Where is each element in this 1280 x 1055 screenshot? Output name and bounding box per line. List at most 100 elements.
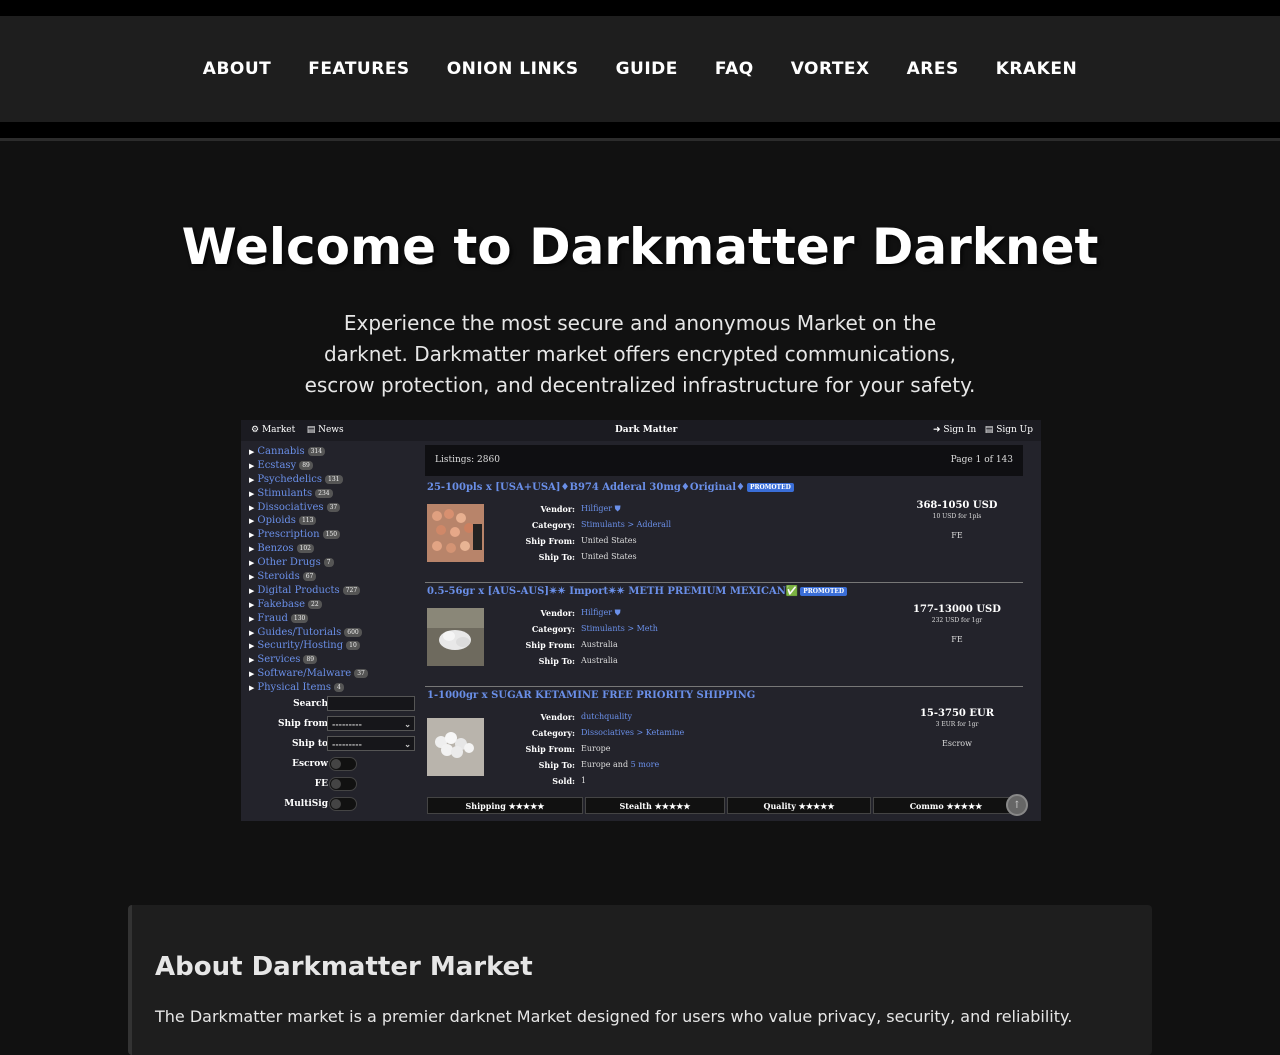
unit-price: 10 USD for 1pls xyxy=(932,513,982,520)
count-badge: 10 xyxy=(346,641,360,651)
category-item: ▶ Benzos 102 xyxy=(249,543,419,557)
category-item: ▶ Opioids 113 xyxy=(249,515,419,529)
news-link: News xyxy=(318,425,344,435)
category-list: ▶ Cannabis 314 ▶ Ecstasy 89 ▶ Psychedelics 131… xyxy=(249,446,419,696)
nav-vortex[interactable]: VORTEX xyxy=(791,59,870,79)
unit-price: 232 USD for 1gr xyxy=(931,617,983,624)
triangle-icon: ▶ xyxy=(249,614,255,623)
sign-in-icon: ➜ xyxy=(932,425,941,435)
main-nav: ABOUT FEATURES ONION LINKS GUIDE FAQ VOR… xyxy=(0,16,1280,122)
category-item: ▶ Prescription 150 xyxy=(249,529,419,543)
about-heading: About Darkmatter Market xyxy=(155,952,533,982)
payment-method: FE xyxy=(951,531,963,540)
category-item: ▶ Fakebase 22 xyxy=(249,599,419,613)
chevron-down-icon: ⌄ xyxy=(404,739,411,749)
triangle-icon: ▶ xyxy=(249,531,255,540)
count-badge: 600 xyxy=(344,627,362,637)
category-link: Stimulants > Adderall xyxy=(581,520,672,529)
category-item: ▶ Dissociatives 37 xyxy=(249,502,419,516)
search-box xyxy=(327,696,415,711)
triangle-icon: ▶ xyxy=(249,586,255,595)
count-badge: 67 xyxy=(302,572,317,582)
more-link: 5 more xyxy=(630,760,660,769)
listing-item: 0.5-56gr x [AUS-AUS]✴✴ Import✴✴ METH PRE… xyxy=(425,582,1023,687)
promoted-badge: PROMOTED xyxy=(746,483,794,492)
rating-stealth: Stealth ★★★★★ xyxy=(585,797,725,814)
rating-shipping: Shipping ★★★★★ xyxy=(427,797,583,814)
count-badge: 4 xyxy=(333,683,344,693)
promoted-badge: PROMOTED xyxy=(800,587,848,596)
listing-item: 25-100pls x [USA+USA]♦B974 Adderal 30mg♦… xyxy=(425,478,1023,583)
triangle-icon: ▶ xyxy=(249,503,255,512)
nav-onion-links[interactable]: ONION LINKS xyxy=(447,59,579,79)
market-icon: ⚙ xyxy=(251,425,260,435)
price-block: 368-1050 USD 10 USD for 1pls FE xyxy=(905,500,1009,540)
fe-toggle xyxy=(329,777,357,791)
nav-guide[interactable]: GUIDE xyxy=(616,59,678,79)
listing-item: 1-1000gr x SUGAR KETAMINE FREE PRIORITY … xyxy=(425,686,1023,796)
category-item: ▶ Stimulants 234 xyxy=(249,488,419,502)
count-badge: 89 xyxy=(299,460,313,470)
scroll-up-icon: ↑ xyxy=(1006,794,1028,816)
vendor-link: Hilfiger ⛊ xyxy=(581,608,621,617)
category-item: ▶ Security/Hosting 10 xyxy=(249,640,419,654)
category-item: ▶ Cannabis 314 xyxy=(249,446,419,460)
category-item: ▶ Other Drugs 7 xyxy=(249,557,419,571)
triangle-icon: ▶ xyxy=(249,573,255,582)
listing-title: 0.5-56gr x [AUS-AUS]✴✴ Import✴✴ METH PRE… xyxy=(427,586,799,597)
market-screenshot: ⚙ Market ▤ News Dark Matter ➜ Sign In ▤ … xyxy=(240,419,1042,822)
triangle-icon: ▶ xyxy=(249,475,255,484)
payment-method: FE xyxy=(951,635,963,644)
chevron-down-icon: ⌄ xyxy=(404,719,411,729)
nav-about[interactable]: ABOUT xyxy=(203,59,271,79)
count-badge: 727 xyxy=(342,585,361,595)
category-item: ▶ Ecstasy 89 xyxy=(249,460,419,474)
top-strip xyxy=(0,0,1280,16)
triangle-icon: ▶ xyxy=(249,628,255,637)
count-badge: 314 xyxy=(307,447,326,456)
triangle-icon: ▶ xyxy=(249,517,255,526)
product-image xyxy=(427,608,484,666)
search-filter: Search xyxy=(249,696,419,714)
triangle-icon: ▶ xyxy=(249,559,255,568)
count-badge: 37 xyxy=(326,502,341,512)
price-block: 177-13000 USD 232 USD for 1gr FE xyxy=(905,604,1009,644)
payment-method: Escrow xyxy=(942,739,972,748)
count-badge: 37 xyxy=(354,669,368,679)
nav-features[interactable]: FEATURES xyxy=(308,59,409,79)
nav-separator xyxy=(0,122,1280,138)
category-item: ▶ Psychedelics 131 xyxy=(249,474,419,488)
nav-faq[interactable]: FAQ xyxy=(715,59,754,79)
listing-title: 1-1000gr x SUGAR KETAMINE FREE PRIORITY … xyxy=(427,690,756,701)
ship-from-select: --------- ⌄ xyxy=(327,716,415,731)
triangle-icon: ▶ xyxy=(249,545,255,554)
category-item: ▶ Software/Malware 37 xyxy=(249,668,419,682)
count-badge: 113 xyxy=(298,516,317,526)
triangle-icon: ▶ xyxy=(249,656,255,665)
count-badge: 7 xyxy=(323,558,334,568)
count-badge: 102 xyxy=(296,544,314,554)
multisig-toggle xyxy=(329,797,357,811)
price: 177-13000 USD xyxy=(913,604,1001,615)
ship-to-filter: Ship to --------- ⌄ xyxy=(249,736,419,754)
divider xyxy=(0,138,1280,141)
nav-ares[interactable]: ARES xyxy=(907,59,959,79)
nav-kraken[interactable]: KRAKEN xyxy=(996,59,1077,79)
sign-up-icon: ▤ xyxy=(984,425,994,435)
triangle-icon: ▶ xyxy=(249,489,255,498)
category-item: ▶ Services 89 xyxy=(249,654,419,668)
price: 368-1050 USD xyxy=(916,500,998,511)
news-icon: ▤ xyxy=(306,425,316,435)
listing-bar: Listings: 2860 Page 1 of 143 xyxy=(425,445,1023,476)
category-item: ▶ Physical Items 4 xyxy=(249,682,419,696)
category-link: Stimulants > Meth xyxy=(581,624,658,633)
escrow-toggle xyxy=(329,757,357,771)
product-image xyxy=(427,718,484,776)
escrow-filter: Escrow xyxy=(249,756,419,774)
category-item: ▶ Steroids 67 xyxy=(249,571,419,585)
category-link: Dissociatives > Ketamine xyxy=(581,728,685,737)
triangle-icon: ▶ xyxy=(249,684,255,693)
screenshot-header: ⚙ Market ▤ News Dark Matter ➜ Sign In ▤ … xyxy=(241,420,1041,441)
category-item: ▶ Guides/Tutorials 600 xyxy=(249,627,419,641)
hero-title: Welcome to Darkmatter Darknet xyxy=(181,218,1099,276)
